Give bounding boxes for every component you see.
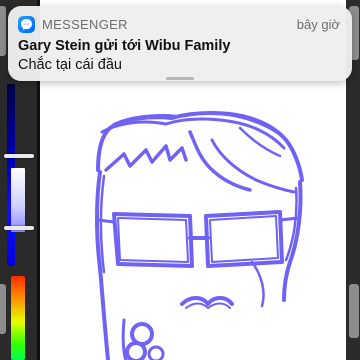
notification-grabber[interactable] (166, 77, 194, 80)
glasses-temple (278, 216, 300, 222)
mouth-stroke (180, 296, 234, 306)
cheek-stroke (250, 260, 265, 308)
hue-spectrum-slider[interactable] (11, 276, 25, 360)
notification-banner[interactable]: MESSENGER bây giờ Gary Stein gửi tới Wib… (8, 6, 352, 81)
glasses-left-lens (112, 212, 194, 268)
chin-circle (147, 345, 165, 360)
chin-stroke (121, 318, 128, 360)
chin-circle (130, 322, 154, 346)
fringe-stroke (188, 130, 252, 192)
brightness-slider-handle[interactable] (4, 154, 34, 158)
right-bottom-tab[interactable] (349, 284, 359, 338)
messenger-icon (18, 16, 35, 33)
glasses-right-lens (209, 215, 279, 263)
lightness-slider-track[interactable] (11, 168, 25, 232)
glasses-temple (96, 218, 116, 224)
chin-circle (125, 341, 147, 360)
lightness-slider-handle[interactable] (4, 226, 34, 230)
drawing-screen: MESSENGER bây giờ Gary Stein gửi tới Wib… (0, 0, 360, 360)
fringe-stroke (104, 144, 188, 172)
glasses-left-lens (117, 217, 189, 263)
toolbar-top-tab[interactable] (0, 6, 6, 56)
fringe-stroke (210, 138, 296, 194)
notification-app-name: MESSENGER (42, 17, 128, 32)
notification-body: Chắc tại cái đầu (18, 57, 122, 73)
face-outline-stroke (99, 174, 106, 274)
toolbar-bottom-tab[interactable] (0, 284, 6, 334)
notification-timestamp: bây giờ (296, 17, 340, 32)
notification-title: Gary Stein gửi tới Wibu Family (18, 38, 231, 54)
